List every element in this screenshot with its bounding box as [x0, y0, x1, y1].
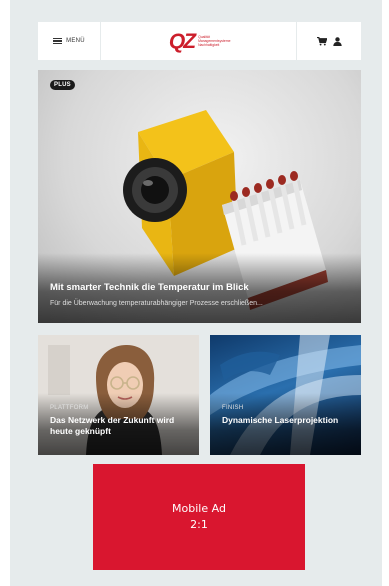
logo-mark: QZ	[168, 29, 196, 53]
hero-article[interactable]: PLUS Mit smarter Technik die Temperatur …	[38, 70, 361, 323]
card-title[interactable]: Dynamische Laserprojektion	[222, 415, 361, 426]
hero-title[interactable]: Mit smarter Technik die Temperatur im Bl…	[50, 282, 249, 293]
shopping-cart-icon[interactable]	[316, 36, 327, 46]
mobile-ad-banner[interactable]: Mobile Ad 2:1	[93, 464, 305, 570]
plus-badge: PLUS	[50, 80, 75, 90]
article-card-plattform[interactable]: PLATTFORM Das Netzwerk der Zukunft wird …	[38, 335, 199, 455]
hamburger-icon	[53, 37, 63, 45]
logo-tagline: Qualität Managementsysteme Nachhaltigkei…	[198, 35, 231, 47]
ad-ratio: 2:1	[190, 518, 208, 531]
site-logo[interactable]: QZ Qualität Managementsysteme Nachhaltig…	[101, 22, 297, 60]
site-header: MENÜ QZ Qualität Managementsysteme Nachh…	[38, 22, 361, 60]
article-card-finish[interactable]: FINISH Dynamische Laserprojektion	[210, 335, 361, 455]
card-title[interactable]: Das Netzwerk der Zukunft wird heute gekn…	[50, 415, 190, 437]
menu-label: MENÜ	[66, 38, 85, 44]
hero-subtitle: Für die Überwachung temperaturabhängiger…	[50, 300, 263, 307]
ad-label: Mobile Ad	[172, 502, 226, 515]
card-kicker: FINISH	[222, 405, 244, 411]
menu-button[interactable]: MENÜ	[38, 22, 101, 60]
card-kicker: PLATTFORM	[50, 405, 89, 411]
header-actions	[297, 22, 361, 60]
user-icon[interactable]	[332, 36, 342, 46]
